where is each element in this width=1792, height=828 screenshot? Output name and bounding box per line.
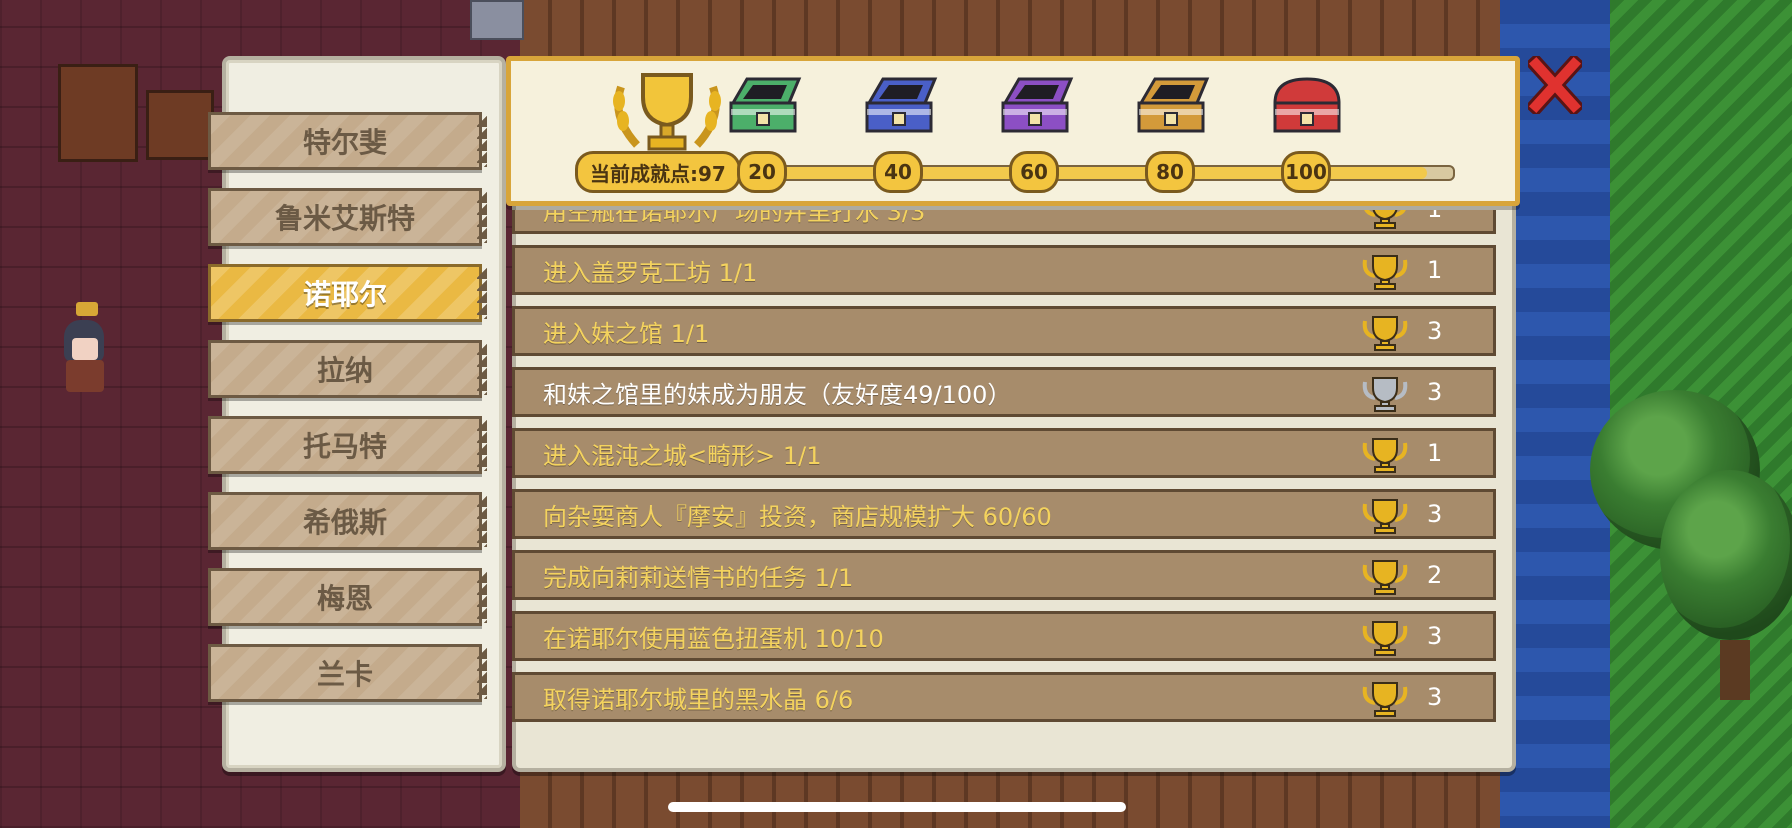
region-tab-list: 特尔斐鲁米艾斯特诺耶尔拉纳托马特希俄斯梅恩兰卡 [208, 112, 487, 720]
achievement-points: 3 [1427, 683, 1443, 711]
achievement-text: 和妹之馆里的妹成为朋友（友好度49/100） [543, 380, 1012, 409]
gold-trophy-icon [1361, 210, 1409, 229]
achievement-list[interactable]: 用空瓶在诺耶尔广场的井里打水 3/3 1 进入盖罗克工坊 1/1 1 进入妹之馆 1/1… [512, 210, 1496, 740]
achievement-text: 在诺耶尔使用蓝色扭蛋机 10/10 [543, 624, 884, 653]
gold-trophy-icon [1361, 559, 1409, 595]
region-tab[interactable]: 兰卡 [208, 644, 487, 702]
achievement-points: 2 [1427, 561, 1443, 589]
milestone-value: 20 [737, 151, 787, 193]
gold-trophy-icon [1361, 620, 1409, 656]
region-tab[interactable]: 拉纳 [208, 340, 487, 398]
achievement-row[interactable]: 取得诺耶尔城里的黑水晶 6/6 3 [512, 672, 1496, 722]
gold-chest-icon [1137, 77, 1210, 133]
achievement-text: 进入盖罗克工坊 1/1 [543, 258, 758, 287]
achievement-text: 进入混沌之城<畸形> 1/1 [543, 441, 822, 470]
npc-character-sprite[interactable] [58, 290, 108, 410]
achievement-points: 1 [1427, 210, 1442, 231]
milestone-reward[interactable]: 40 [847, 61, 947, 201]
blue-chest-icon [865, 77, 938, 133]
tree-trunk [1720, 640, 1750, 700]
region-tab[interactable]: 托马特 [208, 416, 487, 474]
achievement-points: 1 [1427, 256, 1443, 284]
gold-trophy-icon [1361, 437, 1409, 473]
milestone-value: 60 [1009, 151, 1059, 193]
gold-trophy-icon [1361, 681, 1409, 717]
purple-chest-icon [1001, 77, 1074, 133]
achievement-text: 向杂耍商人『摩安』投资，商店规模扩大 60/60 [543, 502, 1052, 531]
achievement-row[interactable]: 用空瓶在诺耶尔广场的井里打水 3/3 1 [512, 210, 1496, 234]
achievement-row[interactable]: 进入妹之馆 1/1 3 [512, 306, 1496, 356]
gold-trophy-icon [1361, 315, 1409, 351]
milestone-reward[interactable]: 20 [711, 61, 811, 201]
silver-trophy-icon [1361, 376, 1409, 412]
achievement-row[interactable]: 完成向莉莉送情书的任务 1/1 2 [512, 550, 1496, 600]
face [72, 338, 98, 360]
region-tab[interactable]: 诺耶尔 [208, 264, 487, 322]
region-tab[interactable]: 梅恩 [208, 568, 487, 626]
achievement-points: 3 [1427, 622, 1443, 650]
achievement-row[interactable]: 向杂耍商人『摩安』投资，商店规模扩大 60/60 3 [512, 489, 1496, 539]
green-chest-icon [729, 77, 802, 133]
gold-trophy-icon [1361, 498, 1409, 534]
hair-bow [76, 302, 98, 316]
close-button[interactable] [1528, 56, 1582, 114]
milestone-value: 100 [1281, 151, 1331, 193]
achievement-text: 用空瓶在诺耶尔广场的井里打水 3/3 [543, 210, 926, 226]
home-indicator[interactable] [668, 802, 1126, 812]
region-tab[interactable]: 希俄斯 [208, 492, 487, 550]
achievement-points: 3 [1427, 317, 1443, 345]
close-icon [1528, 56, 1582, 114]
achievement-text: 完成向莉莉送情书的任务 1/1 [543, 563, 854, 592]
milestone-value: 40 [873, 151, 923, 193]
tree-sprite [1660, 470, 1792, 640]
milestone-reward[interactable]: 80 [1119, 61, 1219, 201]
achievement-row[interactable]: 在诺耶尔使用蓝色扭蛋机 10/10 3 [512, 611, 1496, 661]
achievement-text: 取得诺耶尔城里的黑水晶 6/6 [543, 685, 854, 714]
body [66, 360, 104, 392]
achievement-text: 进入妹之馆 1/1 [543, 319, 710, 348]
achievement-row[interactable]: 和妹之馆里的妹成为朋友（友好度49/100） 3 [512, 367, 1496, 417]
achievement-points: 1 [1427, 439, 1443, 467]
achievement-row[interactable]: 进入混沌之城<畸形> 1/1 1 [512, 428, 1496, 478]
region-tab[interactable]: 特尔斐 [208, 112, 487, 170]
region-tab[interactable]: 鲁米艾斯特 [208, 188, 487, 246]
lamp-sprite [470, 0, 524, 40]
cabinet-sprite [58, 64, 138, 162]
shelf-sprite [146, 90, 214, 160]
red-chest-icon [1273, 77, 1341, 133]
achievement-row[interactable]: 进入盖罗克工坊 1/1 1 [512, 245, 1496, 295]
milestone-reward[interactable]: 100 [1255, 61, 1355, 201]
achievement-points: 3 [1427, 378, 1443, 406]
achievement-progress-header: 当前成就点:97 20 40 60 80 100 [506, 56, 1520, 206]
gold-trophy-icon [1361, 254, 1409, 290]
achievement-points: 3 [1427, 500, 1443, 528]
milestone-value: 80 [1145, 151, 1195, 193]
milestone-reward[interactable]: 60 [983, 61, 1083, 201]
